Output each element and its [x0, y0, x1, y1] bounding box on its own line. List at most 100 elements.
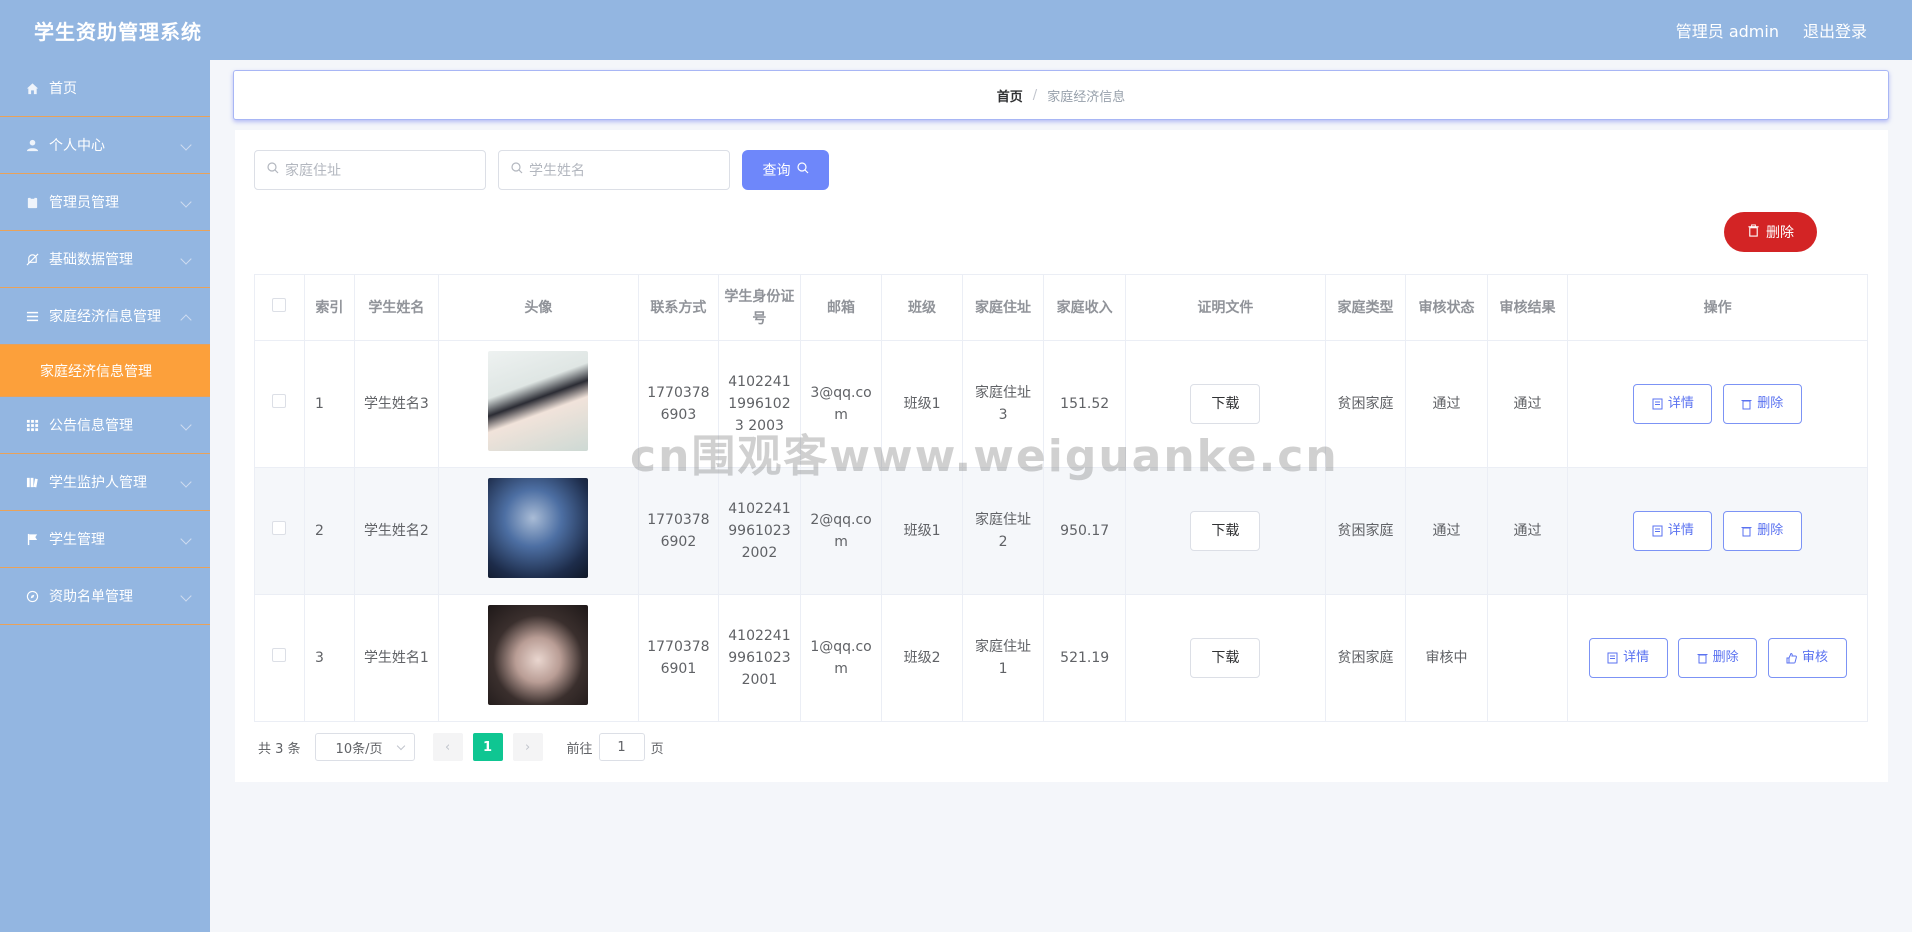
delete-button[interactable]: 删除 [1722, 384, 1802, 424]
header-address: 家庭住址 [961, 274, 1045, 341]
sidebar-item-student[interactable]: 学生管理 [0, 511, 210, 568]
sidebar-item-announcement[interactable]: 公告信息管理 [0, 397, 210, 454]
sidebar: 首页 个人中心 管理员管理 基础数据管理 家庭经济信息管理 家庭经济信息管理 公… [0, 60, 210, 932]
select-all-checkbox[interactable] [272, 297, 287, 312]
bell-off-icon [25, 252, 39, 266]
cell-income: 950.17 [1043, 467, 1126, 595]
page-number-current[interactable]: 1 [472, 733, 503, 761]
cell-id-card: 410224119961023 2003 [718, 340, 801, 468]
sidebar-item-aid-list[interactable]: 资助名单管理 [0, 568, 210, 625]
row-checkbox[interactable] [272, 521, 287, 535]
cell-student-name: 学生姓名1 [353, 594, 439, 722]
avatar[interactable] [488, 477, 589, 578]
chevron-down-icon [180, 253, 192, 265]
cell-proof-file: 下载 [1124, 340, 1326, 468]
main-panel: 家庭住址 学生姓名 查询 删除 索引 学生姓名 头像 联系方式 学生身份证号 邮… [235, 130, 1888, 782]
sidebar-item-personal-center[interactable]: 个人中心 [0, 117, 210, 174]
sidebar-item-home[interactable]: 首页 [0, 60, 210, 117]
sidebar-item-admin-management[interactable]: 管理员管理 [0, 174, 210, 231]
avatar[interactable] [488, 604, 589, 705]
search-icon [511, 162, 523, 178]
header-actions: 操作 [1567, 274, 1868, 341]
goto-label: 前往 [566, 741, 593, 757]
detail-button[interactable]: 详情 [1633, 511, 1713, 551]
search-icon [796, 162, 809, 178]
cell-family-type: 贫困家庭 [1324, 467, 1407, 595]
cell-phone: 17703786902 [637, 467, 720, 595]
pagination: 共 3 条 10条/页 ‹ 1 › 前往 1 页 [258, 733, 664, 761]
cell-class: 班级1 [881, 467, 963, 595]
cell-index: 2 [303, 467, 355, 595]
total-count: 共 3 条 [258, 741, 301, 757]
cell-email: 2@qq.com [799, 467, 883, 595]
page-size-select[interactable]: 10条/页 [314, 733, 415, 761]
sidebar-item-label: 家庭经济信息管理 [49, 309, 161, 325]
document-icon [1607, 652, 1618, 664]
name-placeholder: 学生姓名 [529, 163, 585, 179]
goto-page-input[interactable]: 1 [598, 733, 645, 761]
clipboard-icon [25, 195, 39, 209]
thumb-icon [1786, 652, 1797, 664]
address-search-input[interactable]: 家庭住址 [254, 150, 486, 190]
avatar[interactable] [488, 350, 589, 451]
sidebar-item-guardian[interactable]: 学生监护人管理 [0, 454, 210, 511]
table-row: 1 学生姓名3 17703786903 410224119961023 2003… [254, 340, 1868, 468]
next-page-button[interactable]: › [512, 733, 543, 761]
breadcrumb-home[interactable]: 首页 [997, 86, 1023, 105]
document-icon [1652, 398, 1663, 410]
table-row: 3 学生姓名1 17703786901 410224199610232001 1… [254, 594, 1868, 722]
sidebar-subitem-family-economic[interactable]: 家庭经济信息管理 [0, 345, 210, 397]
row-checkbox[interactable] [272, 648, 287, 662]
cell-review-status: 通过 [1405, 467, 1488, 595]
table-row: 2 学生姓名2 17703786902 410224199610232002 2… [254, 467, 1868, 595]
download-button[interactable]: 下载 [1190, 511, 1261, 551]
cell-actions: 详情 删除 审核 [1567, 594, 1868, 722]
query-button[interactable]: 查询 [742, 150, 829, 190]
detail-button[interactable]: 详情 [1633, 384, 1713, 424]
flag-icon [25, 532, 39, 546]
logout-link[interactable]: 退出登录 [1803, 18, 1867, 42]
search-icon [267, 162, 279, 178]
header-income: 家庭收入 [1043, 274, 1126, 341]
chevron-down-icon [396, 741, 405, 750]
cell-review-status: 审核中 [1405, 594, 1488, 722]
breadcrumb-separator: / [1032, 87, 1038, 103]
cell-review-result: 通过 [1486, 340, 1569, 468]
cell-student-name: 学生姓名2 [353, 467, 439, 595]
review-button[interactable]: 审核 [1767, 638, 1847, 678]
grid-icon [25, 418, 39, 432]
download-button[interactable]: 下载 [1190, 638, 1261, 678]
chevron-up-icon [180, 314, 192, 326]
data-table: 索引 学生姓名 头像 联系方式 学生身份证号 邮箱 班级 家庭住址 家庭收入 证… [254, 274, 1868, 722]
prev-page-button[interactable]: ‹ [432, 733, 463, 761]
trash-icon [1741, 527, 1752, 537]
sidebar-item-basic-data[interactable]: 基础数据管理 [0, 231, 210, 288]
row-checkbox[interactable] [272, 394, 287, 408]
cell-class: 班级1 [881, 340, 963, 468]
cell-avatar [437, 467, 639, 595]
trash-icon [1747, 223, 1760, 241]
chevron-down-icon [180, 419, 192, 431]
sidebar-item-label: 学生监护人管理 [49, 475, 147, 491]
address-placeholder: 家庭住址 [285, 163, 341, 179]
cell-address: 家庭住址1 [961, 594, 1045, 722]
header-proof-file: 证明文件 [1124, 274, 1326, 341]
menu-icon [25, 309, 39, 323]
header-id-card: 学生身份证号 [718, 274, 801, 341]
download-button[interactable]: 下载 [1190, 384, 1261, 424]
cell-email: 3@qq.com [799, 340, 883, 468]
home-icon [25, 81, 39, 95]
cell-income: 521.19 [1043, 594, 1126, 722]
cell-review-result [1486, 594, 1569, 722]
cell-index: 3 [303, 594, 355, 722]
sidebar-item-label: 管理员管理 [49, 195, 119, 211]
name-search-input[interactable]: 学生姓名 [498, 150, 730, 190]
detail-button[interactable]: 详情 [1588, 638, 1668, 678]
current-user: 管理员 admin [1675, 22, 1779, 41]
bulk-delete-button[interactable]: 删除 [1724, 212, 1817, 252]
sidebar-item-family-economic[interactable]: 家庭经济信息管理 [0, 288, 210, 345]
delete-button[interactable]: 删除 [1722, 511, 1802, 551]
sidebar-item-label: 首页 [49, 81, 77, 97]
sidebar-item-label: 公告信息管理 [49, 418, 133, 434]
delete-button[interactable]: 删除 [1678, 638, 1758, 678]
